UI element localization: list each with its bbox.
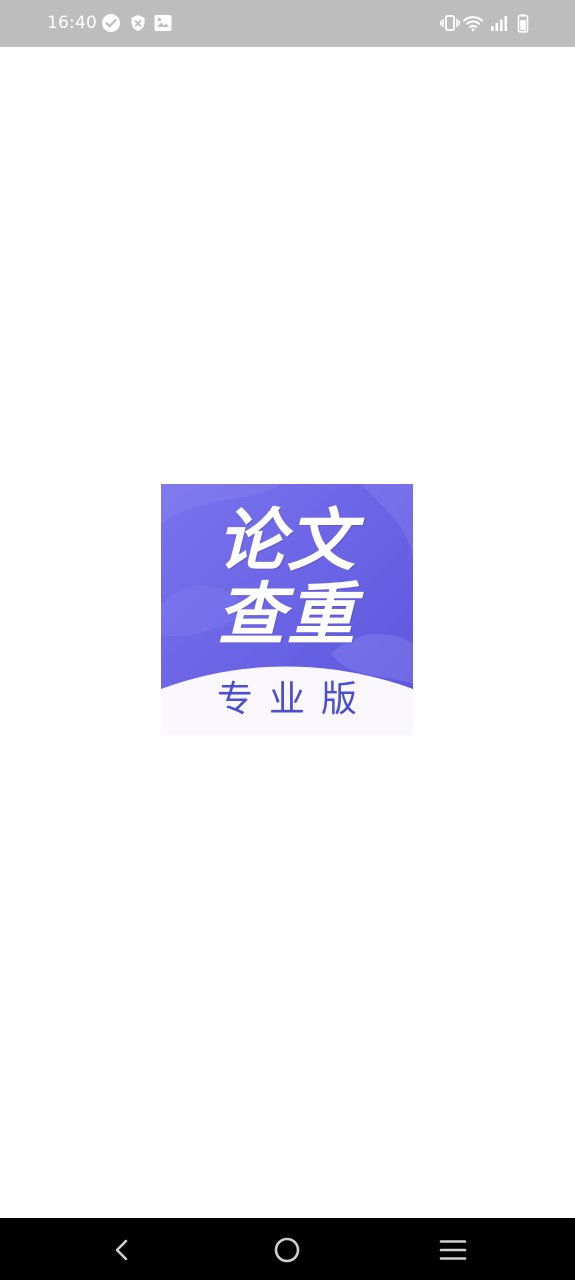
back-button[interactable] — [104, 1232, 140, 1268]
vibrate-icon — [440, 13, 460, 33]
wifi-icon — [462, 13, 483, 33]
image-icon — [153, 13, 173, 33]
logo-title-line-2: 查重 — [216, 576, 357, 655]
check-circle-icon — [101, 13, 121, 33]
splash-screen: 论文 查重 专业版 — [0, 47, 575, 1218]
home-button[interactable] — [269, 1232, 305, 1268]
menu-icon — [439, 1240, 467, 1260]
status-bar: 16:40 — [0, 0, 575, 47]
back-icon — [115, 1239, 128, 1261]
shield-icon — [128, 13, 148, 33]
logo-subtitle: 专业版 — [216, 679, 373, 720]
signal-icon — [489, 13, 509, 33]
menu-button[interactable] — [435, 1232, 471, 1268]
logo-title-line-1: 论文 — [216, 502, 357, 581]
home-icon — [274, 1237, 300, 1263]
battery-icon — [513, 13, 533, 33]
status-time: 16:40 — [47, 13, 97, 33]
app-logo: 论文 查重 专业版 — [161, 484, 413, 735]
navigation-bar — [0, 1218, 575, 1280]
